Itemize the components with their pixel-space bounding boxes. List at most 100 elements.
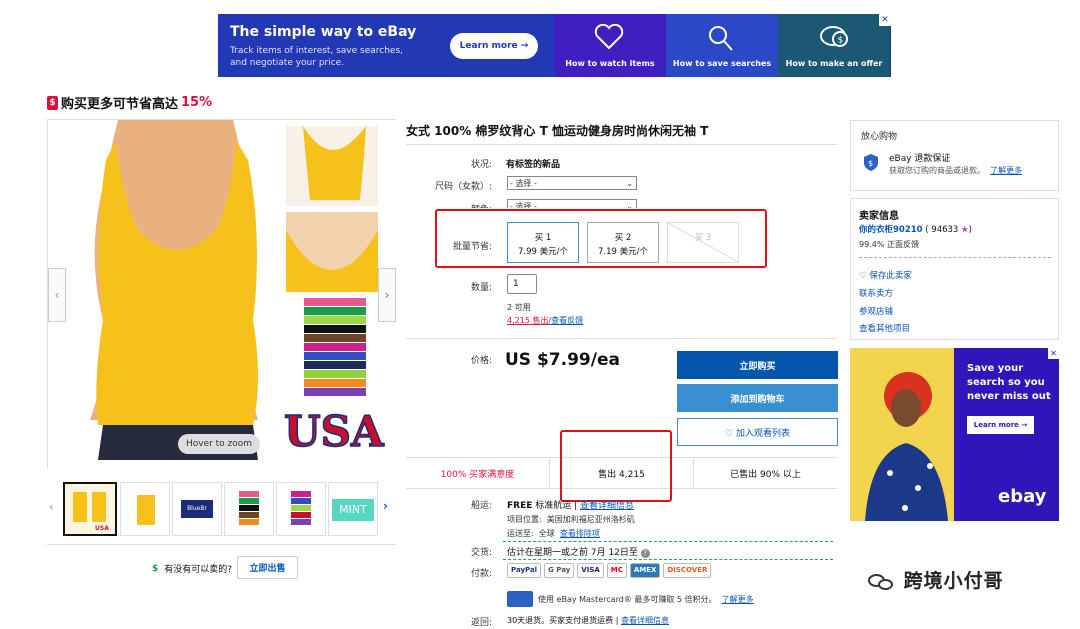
svg-text:$: $ — [838, 36, 844, 46]
add-to-watchlist-button[interactable]: ♡ 加入观看列表 — [677, 418, 838, 446]
main-product-image[interactable]: USA — [48, 120, 397, 469]
sell-now-button[interactable]: 立即出售 — [237, 556, 298, 579]
shipping-details-link[interactable]: 查看详细信息 — [580, 501, 634, 511]
seller-score: ( 94633 — [925, 225, 959, 235]
returns-info: 30天退货。买家支付退货运费 | 查看详细信息 — [507, 615, 669, 626]
guarantee-learn-more-link[interactable]: 了解更多 — [990, 166, 1022, 175]
tile-make-offer[interactable]: $ How to make an offer — [778, 14, 890, 77]
condition-label: 状况: — [470, 160, 492, 170]
delivery-label: 交货: — [470, 548, 492, 558]
divider — [406, 144, 837, 145]
buy-now-button[interactable]: 立即购买 — [677, 351, 838, 379]
paypal-icon: PayPal — [507, 563, 542, 578]
sold-feedback: 4,215 售出/查看反馈 — [507, 315, 583, 326]
thumbnail-6[interactable]: MINT — [328, 482, 378, 536]
add-to-cart-button[interactable]: 添加到购物车 — [677, 384, 838, 412]
dollar-icon: $ — [152, 563, 159, 574]
heart-icon — [594, 24, 624, 50]
gallery-prev-button[interactable]: ‹ — [48, 268, 66, 322]
thumbnail-label: BlueBr — [181, 500, 213, 518]
wechat-icon — [868, 572, 896, 592]
quantity-label: 数量: — [470, 283, 492, 293]
view-feedback-link[interactable]: /查看反馈 — [548, 316, 583, 325]
sold-percent-stat: 已售出 90% 以上 — [693, 458, 837, 488]
quantity-input[interactable]: 1 — [507, 274, 537, 294]
sell-prompt: $ 有没有可以卖的? — [152, 562, 232, 576]
ships-to: 运送至: 全球 查看排除项 — [507, 528, 600, 539]
thumbnail-1[interactable]: USA — [63, 482, 117, 536]
savings-percent: 15% — [181, 95, 213, 110]
available-count: 2 可用 — [507, 303, 531, 312]
ad-learn-more-button[interactable]: Learn more → — [967, 416, 1034, 434]
thumb-prev-icon[interactable]: ‹ — [49, 500, 54, 514]
card-promo: 使用 eBay Mastercard® 最多可赚取 5 倍积分。 了解更多 — [538, 594, 754, 605]
info-icon[interactable]: ? — [640, 549, 650, 558]
ad-close-icon[interactable]: ✕ — [1048, 348, 1059, 359]
tile-search-label: How to save searches — [672, 59, 772, 68]
side-ad[interactable]: Save your search so you never miss out L… — [850, 348, 1059, 521]
star-icon: ★ — [961, 225, 969, 235]
visit-store-link[interactable]: 参观店铺 — [859, 305, 893, 317]
shipping-free: FREE — [507, 501, 533, 511]
guarantee-desc-row: 获取您订购的商品或退款。 了解更多 — [889, 165, 1022, 176]
ad-headline: Save your search so you never miss out — [967, 363, 1051, 402]
amex-icon: AMEX — [629, 563, 661, 578]
item-location: 项目位置: 美国加利福尼亚州洛杉矶 — [507, 514, 635, 525]
item-title: 女式 100% 棉罗纹背心 T 恤运动健身房时尚休闲无袖 T — [406, 124, 709, 138]
contact-seller-link[interactable]: 联系卖方 — [859, 287, 893, 299]
guarantee-title: eBay 退款保证 — [889, 154, 951, 164]
volume-savings-bar: $ 购买更多可节省高达 15% — [47, 93, 212, 112]
positive-feedback: 99.4% 正面反馈 — [859, 240, 919, 249]
tile-save-searches[interactable]: How to save searches — [666, 14, 778, 77]
seller-name-row: 你的衣柜90210 ( 94633 ★) — [859, 223, 972, 235]
thumbnail-2[interactable] — [120, 482, 170, 536]
location-value: 美国加利福尼亚州洛杉矶 — [546, 515, 635, 524]
gpay-icon: G Pay — [544, 563, 575, 578]
price-label: 价格: — [470, 356, 492, 366]
banner-close-icon[interactable]: ✕ — [879, 14, 891, 26]
thumbnail-strip: ‹ USA BlueBr MINT › — [47, 482, 396, 537]
visa-icon: VISA — [577, 563, 604, 578]
ebay-card-icon — [507, 591, 533, 607]
thumbnail-4[interactable] — [224, 482, 274, 536]
usa-logo: USA — [283, 406, 385, 457]
svg-text:USA: USA — [284, 407, 385, 456]
divider — [47, 544, 396, 545]
offer-bubble-icon: $ — [820, 26, 848, 47]
thumbnail-5[interactable] — [276, 482, 326, 536]
sold-count-link[interactable]: 4,215 售出 — [507, 316, 548, 325]
savings-text: 购买更多可节省高达 — [61, 97, 179, 112]
location-label: 项目位置: — [507, 515, 542, 524]
gallery-next-button[interactable]: › — [378, 268, 396, 322]
heart-icon: ♡ — [859, 271, 867, 281]
banner-learn-more-button[interactable]: Learn more → — [450, 33, 538, 59]
thumbnail-image — [239, 491, 259, 525]
thumb-next-icon[interactable]: › — [383, 499, 388, 513]
thumbnail-3[interactable]: BlueBr — [172, 482, 222, 536]
payment-methods: PayPal G Pay VISA MC AMEX DISCOVER — [507, 563, 714, 578]
seller-name-link[interactable]: 你的衣柜90210 — [859, 225, 923, 235]
size-label: 尺码（女款）: — [434, 182, 492, 192]
size-select[interactable]: - 选择 - ⌄ — [507, 176, 637, 190]
size-select-value: - 选择 - — [510, 178, 537, 188]
delivery-estimate: 估计在星期一或之前 7月 12日至 ? — [507, 545, 650, 558]
tile-watch-items[interactable]: How to watch items — [554, 14, 666, 77]
card-promo-text: 使用 eBay Mastercard® 最多可赚取 5 倍积分。 — [538, 595, 717, 604]
card-learn-more-link[interactable]: 了解更多 — [722, 595, 754, 604]
top-banner-ad[interactable]: The simple way to eBay Track items of in… — [218, 14, 891, 77]
save-seller-label: 保存此卖家 — [869, 271, 912, 281]
svg-text:USA: USA — [95, 525, 109, 532]
save-seller-link[interactable]: ♡ 保存此卖家 — [859, 269, 912, 281]
hover-to-zoom-hint: Hover to zoom — [178, 434, 260, 454]
thumbnail-image: USA — [73, 492, 109, 532]
other-items-link[interactable]: 查看其他项目 — [859, 322, 910, 334]
seller-score-end: ) — [968, 225, 972, 235]
delivery-value: 估计在星期一或之前 7月 12日至 — [507, 548, 638, 558]
color-swatch-chart — [304, 298, 366, 396]
returns-details-link[interactable]: 查看详细信息 — [621, 616, 669, 625]
exclusions-link[interactable]: 查看排除项 — [560, 529, 600, 538]
trust-box: 放心购物 $ eBay 退款保证 获取您订购的商品或退款。 了解更多 — [850, 120, 1059, 191]
tile-offer-label: How to make an offer — [785, 59, 883, 68]
condition-value: 有标签的新品 — [506, 160, 561, 170]
wechat-watermark: 跨境小付哥 — [868, 566, 1004, 593]
